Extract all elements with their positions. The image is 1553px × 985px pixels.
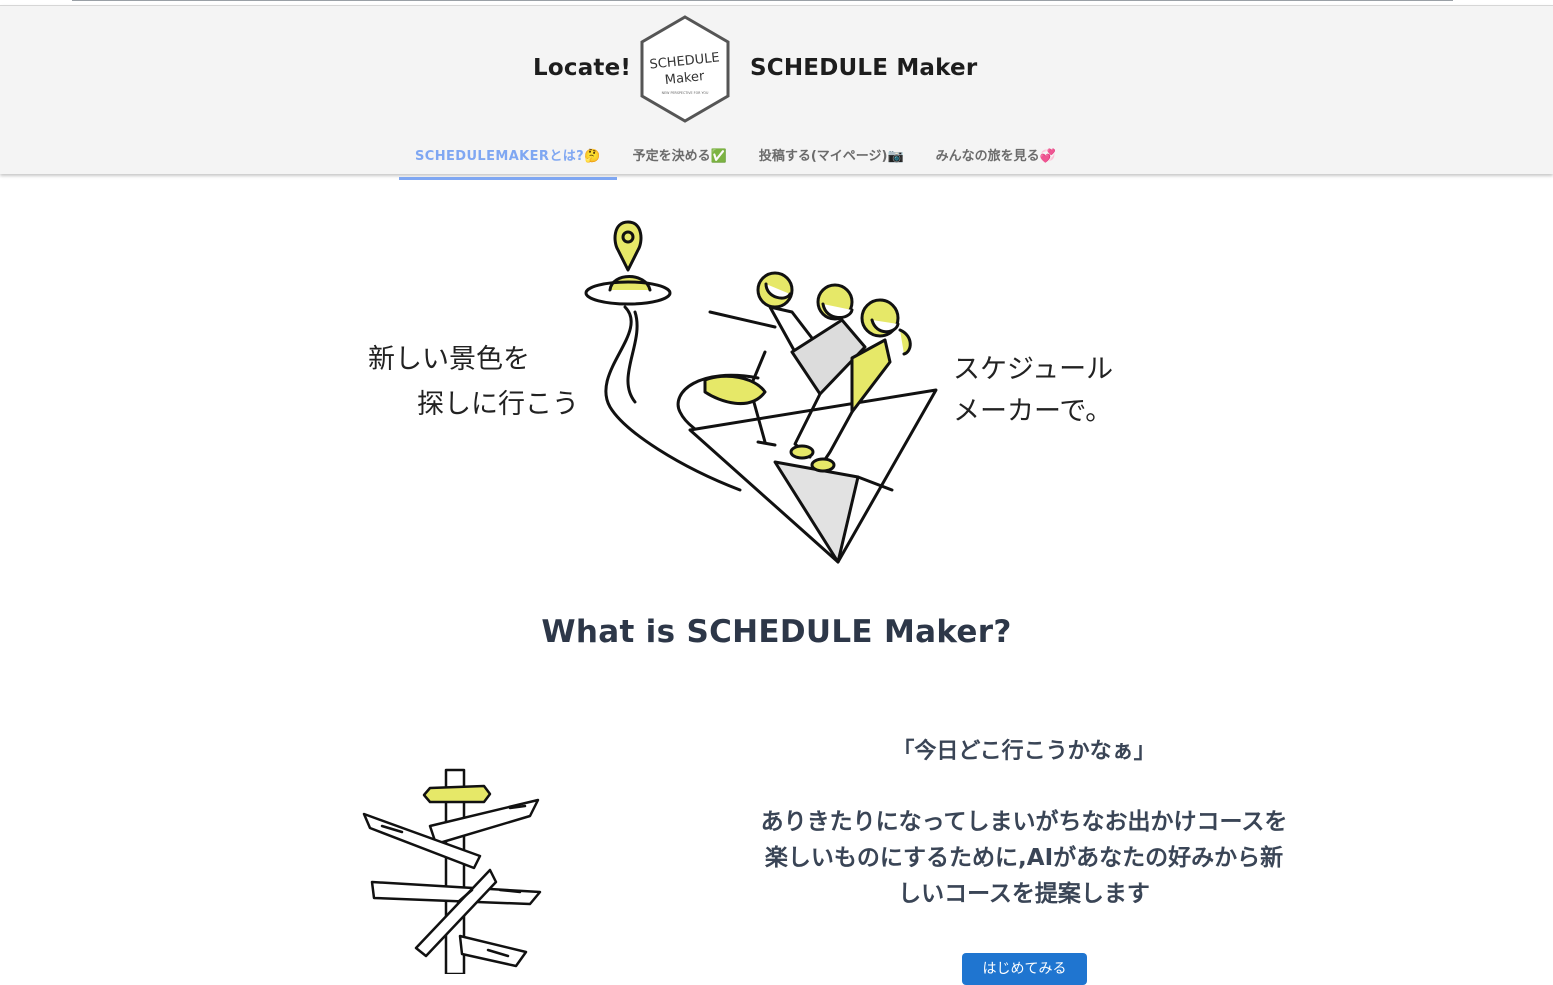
about-description: ありきたりになってしまいがちなお出かけコースを 楽しいものにするために,AIがあ… [744,804,1304,912]
about-title: What is SCHEDULE Maker? [541,614,1012,650]
about-quote: 「今日どこ行こうかなぁ」 [892,739,1156,764]
hero-right-line1: スケジュール [953,354,1114,385]
schedule-maker-logo[interactable]: SCHEDULE Maker NEW PERSPECTIVE FOR YOU [638,15,732,123]
browser-top-divider [72,0,1453,1]
get-started-button[interactable]: はじめてみる [962,953,1087,985]
brand-right-text: SCHEDULE Maker [750,55,978,81]
about-desc-line1: ありきたりになってしまいがちなお出かけコースを [760,809,1288,835]
nav-tab-plan[interactable]: 予定を決める✅ [617,137,743,177]
logo-tagline: NEW PERSPECTIVE FOR YOU [662,91,709,95]
brand-left-text: Locate! [533,55,632,81]
hero-tagline-left: 新しい景色を 探しに行こう [368,337,579,427]
hero-tagline-right: スケジュール メーカーで。 [953,349,1113,433]
site-header: Locate! SCHEDULE Maker NEW PERSPECTIVE F… [0,5,1553,180]
nav-tab-post-mypage[interactable]: 投稿する(マイページ)📷 [743,137,920,177]
signpost-illustration [362,768,542,974]
about-desc-line3: しいコースを提案します [898,881,1150,907]
about-desc-line2: 楽しいものにするために,AIがあなたの好みから新 [764,845,1284,871]
nav-tab-about[interactable]: SCHEDULEMAKERとは?🤔 [399,137,617,180]
main-nav: SCHEDULEMAKERとは?🤔 予定を決める✅ 投稿する(マイページ)📷 み… [399,137,1072,180]
hero-right-line2: メーカーで。 [953,396,1113,427]
hero-left-line1: 新しい景色を [368,344,530,375]
nav-tab-everyone-trips[interactable]: みんなの旅を見る💞 [920,137,1072,177]
hero-illustration [584,220,938,564]
hero-left-line2: 探しに行こう [417,389,579,420]
